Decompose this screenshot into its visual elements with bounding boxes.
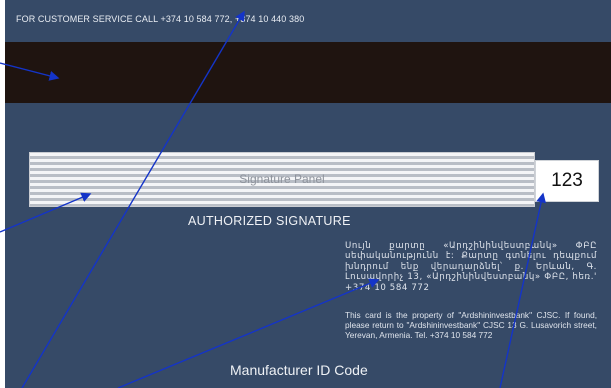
armenian-notice: Սույն քարտը «Արդշինինվեստբանկ» ՓԲԸ սեփակ… xyxy=(345,241,597,293)
cvv-code: 123 xyxy=(551,170,583,191)
cvv-box: 123 xyxy=(535,160,599,202)
signature-panel: Signature Panel xyxy=(29,152,535,207)
manufacturer-id-code: Manufacturer ID Code xyxy=(230,362,368,378)
magnetic-stripe xyxy=(5,42,611,103)
customer-service-line: FOR CUSTOMER SERVICE CALL +374 10 584 77… xyxy=(16,14,305,24)
signature-panel-label: Signature Panel xyxy=(239,172,325,186)
english-notice: This card is the property of "Ardshininv… xyxy=(345,310,597,341)
authorized-signature-label: AUTHORIZED SIGNATURE xyxy=(188,214,351,228)
